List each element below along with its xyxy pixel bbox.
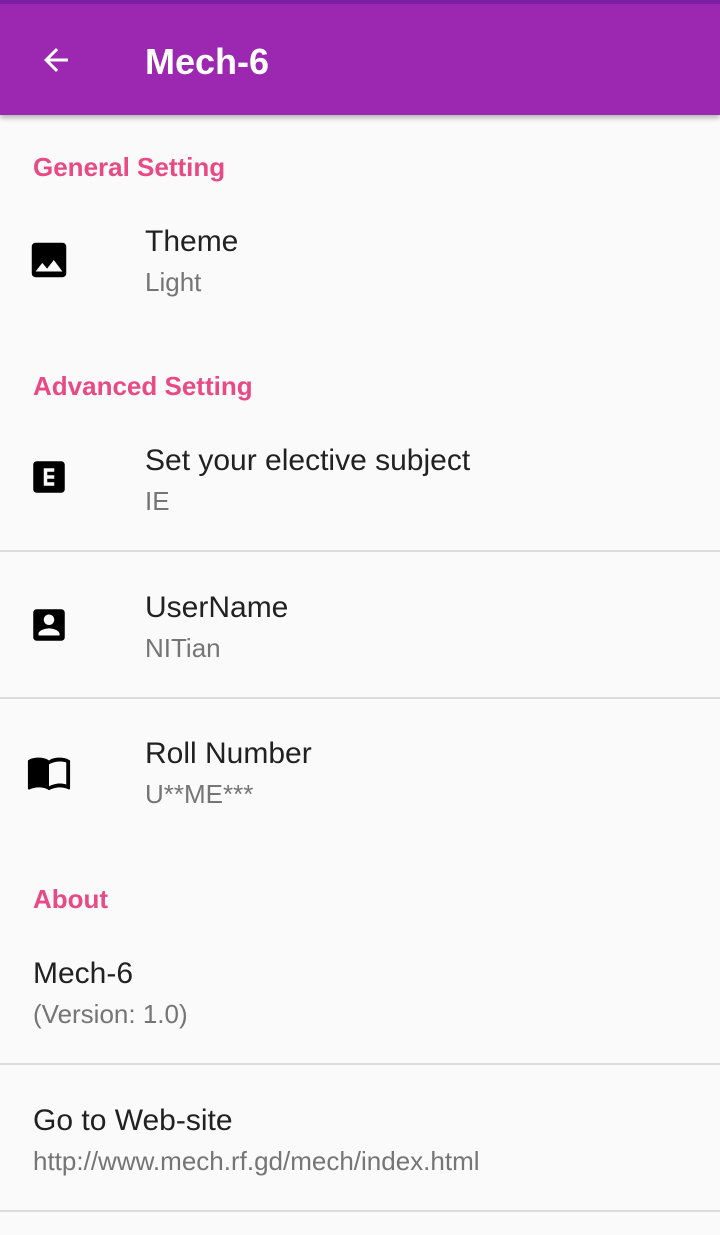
pref-title: Mech-6 — [33, 957, 134, 990]
pref-title: UserName — [145, 591, 289, 624]
pref-title: Theme — [145, 225, 239, 258]
pref-website[interactable]: Go to Web-site http://www.mech.rf.gd/mec… — [0, 1065, 720, 1210]
divider — [0, 1210, 720, 1212]
pref-title: Roll Number — [145, 737, 312, 770]
section-header-about: About — [33, 884, 109, 914]
pref-elective[interactable]: Set your elective subject IE — [0, 424, 720, 550]
arrow-back-icon — [38, 42, 74, 83]
pref-summary: http://www.mech.rf.gd/mech/index.html — [33, 1146, 480, 1176]
pref-title: Go to Web-site — [33, 1104, 233, 1137]
pref-summary: IE — [145, 486, 170, 516]
pref-title: Set your elective subject — [145, 444, 471, 477]
pref-summary: U**ME*** — [145, 779, 254, 809]
image-icon — [26, 237, 72, 283]
pref-username[interactable]: UserName NITian — [0, 552, 720, 697]
pref-summary: NITian — [145, 633, 221, 663]
page-title: Mech-6 — [145, 41, 270, 82]
pref-theme[interactable]: Theme Light — [0, 205, 720, 340]
section-header-general: General Setting — [33, 152, 226, 182]
pref-roll-number[interactable]: Roll Number U**ME*** — [0, 699, 720, 839]
pref-app-version[interactable]: Mech-6 (Version: 1.0) — [0, 937, 720, 1063]
account-box-icon — [26, 602, 72, 648]
letter-e-icon — [26, 454, 72, 500]
back-button[interactable] — [26, 32, 86, 92]
pref-summary: (Version: 1.0) — [33, 999, 188, 1029]
book-icon — [26, 749, 72, 795]
section-header-advanced: Advanced Setting — [33, 371, 253, 401]
pref-summary: Light — [145, 267, 202, 297]
app-bar: Mech-6 — [0, 0, 720, 115]
